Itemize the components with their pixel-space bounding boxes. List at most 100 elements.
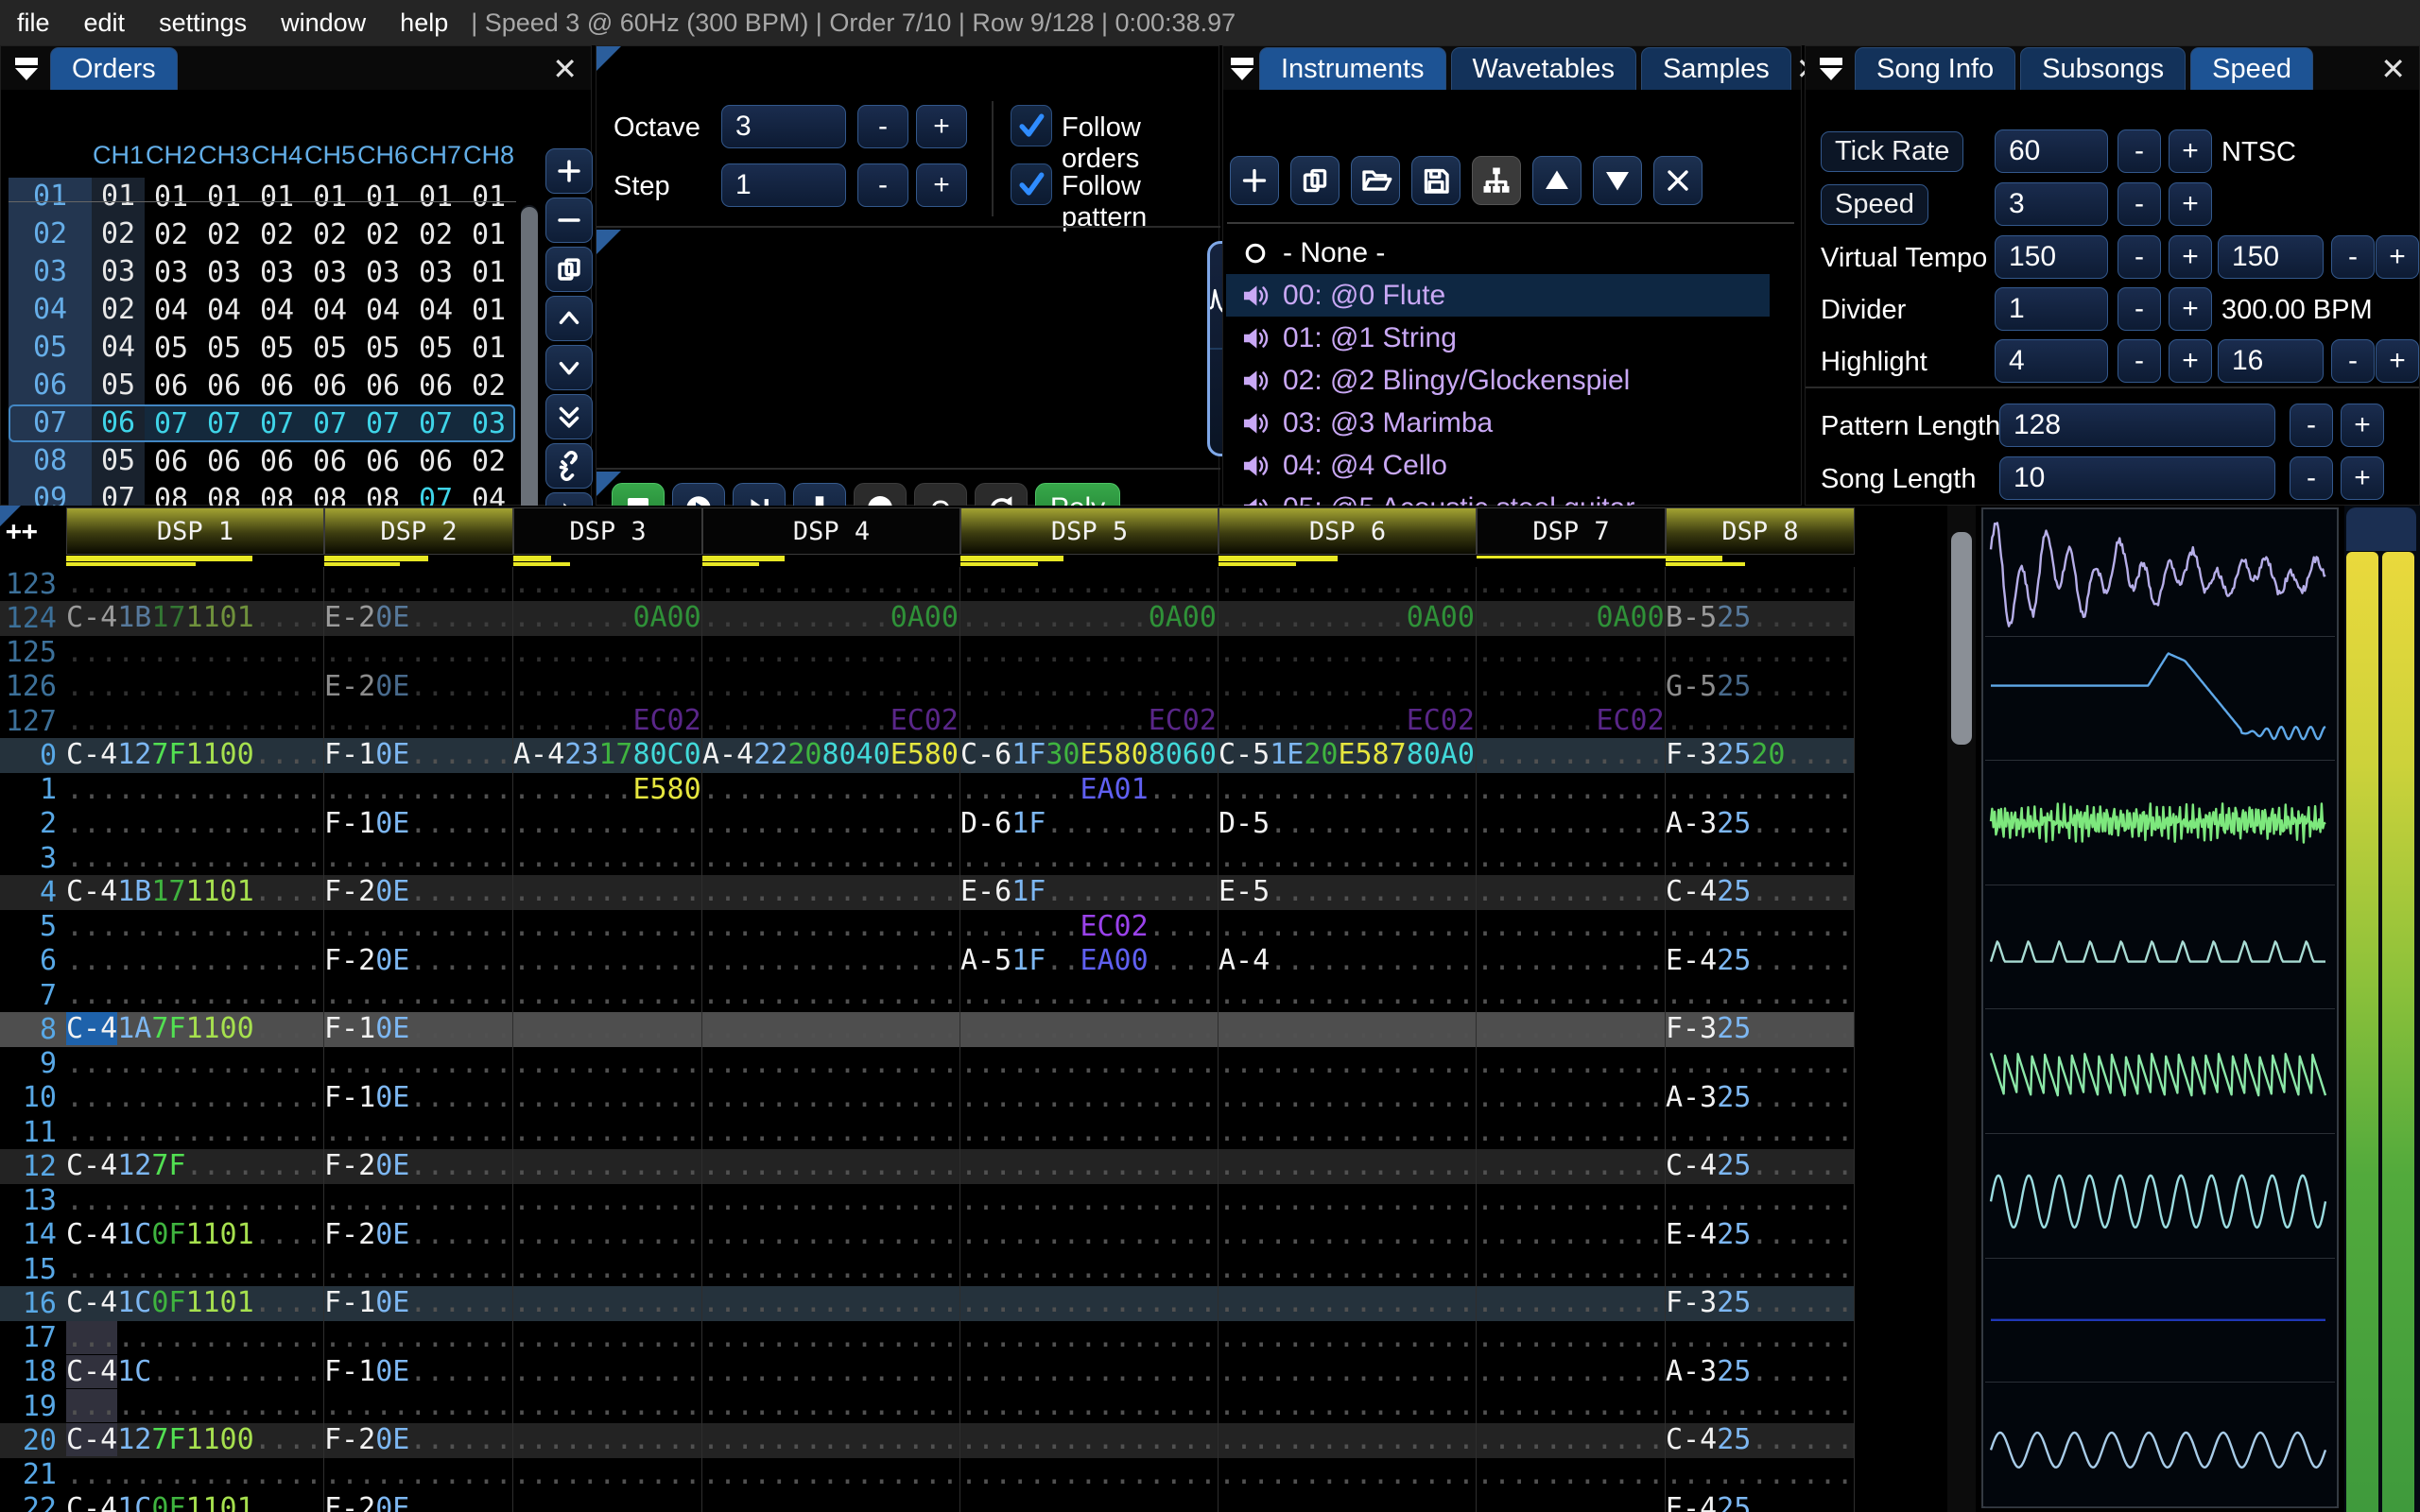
tab-song-info[interactable]: Song Info bbox=[1855, 47, 2016, 90]
step-plus-button[interactable]: + bbox=[916, 163, 967, 207]
instrument-move-up-button[interactable] bbox=[1532, 156, 1582, 205]
highlight-input-2[interactable]: 16 bbox=[2218, 339, 2324, 383]
orders-row[interactable]: 02 02 02 02 02 02 02 02 01 bbox=[9, 215, 515, 253]
tab-subsongs[interactable]: Subsongs bbox=[2020, 47, 2187, 90]
pattern-row[interactable]: 8 C-41A7F1100.... F-10E...................… bbox=[0, 1012, 1855, 1047]
pattern-row[interactable]: 19......................................… bbox=[0, 1389, 1855, 1424]
pattern-row[interactable]: 17......................................… bbox=[0, 1320, 1855, 1355]
tick-rate-minus-button[interactable]: - bbox=[2118, 129, 2161, 173]
tab-samples[interactable]: Samples bbox=[1640, 47, 1791, 90]
pattern-length-plus-button[interactable]: + bbox=[2341, 404, 2384, 447]
octave-minus-button[interactable]: - bbox=[857, 105, 908, 148]
pattern-row[interactable]: 21......................................… bbox=[0, 1457, 1855, 1492]
orders-row[interactable]: 05 04 05 05 05 05 05 05 01 bbox=[9, 329, 515, 367]
orders-move-down-button[interactable] bbox=[545, 345, 593, 390]
channel-header-4[interactable]: DSP 4 bbox=[702, 507, 960, 555]
panel-menu-icon[interactable] bbox=[1231, 50, 1253, 88]
pattern-row[interactable]: 5.......................................… bbox=[0, 909, 1855, 944]
pattern-row[interactable]: 7.......................................… bbox=[0, 978, 1855, 1013]
highlight-plus-button-2[interactable]: + bbox=[2376, 339, 2419, 383]
orders-remove-button[interactable] bbox=[545, 198, 593, 243]
orders-duplicate-button[interactable] bbox=[545, 247, 593, 292]
pattern-row[interactable]: 12 C-4127F........ F-20E..................… bbox=[0, 1149, 1855, 1184]
tab-wavetables[interactable]: Wavetables bbox=[1450, 47, 1636, 90]
pattern-length-minus-button[interactable]: - bbox=[2290, 404, 2333, 447]
highlight-minus-button[interactable]: - bbox=[2118, 339, 2161, 383]
pattern-row[interactable]: 9.......................................… bbox=[0, 1046, 1855, 1081]
song-length-minus-button[interactable]: - bbox=[2290, 456, 2333, 500]
instrument-duplicate-button[interactable] bbox=[1290, 156, 1340, 205]
virtual-tempo-minus-button-2[interactable]: - bbox=[2331, 235, 2375, 279]
close-icon[interactable]: ✕ bbox=[552, 54, 578, 84]
song-length-plus-button[interactable]: + bbox=[2341, 456, 2384, 500]
orders-move-up-button[interactable] bbox=[545, 296, 593, 341]
instrument-move-down-button[interactable] bbox=[1593, 156, 1642, 205]
tick-rate-label[interactable]: Tick Rate bbox=[1821, 131, 1964, 172]
speed-minus-button[interactable]: - bbox=[2118, 182, 2161, 226]
close-icon[interactable]: ✕ bbox=[2380, 54, 2406, 84]
pattern-row[interactable]: 18 C-41C.......... F-10E..................… bbox=[0, 1354, 1855, 1389]
pattern-row[interactable]: 10............... F-10E..................… bbox=[0, 1080, 1855, 1115]
menu-window[interactable]: window bbox=[264, 9, 383, 38]
pattern-row[interactable]: 127.......................... .......EC02… bbox=[0, 704, 1855, 739]
channel-header-5[interactable]: DSP 5 bbox=[960, 507, 1219, 555]
orders-move-to-bottom-button[interactable] bbox=[545, 394, 593, 439]
pattern-editor[interactable]: ++ DSP 1 DSP 2 DSP 3 DSP 4 DSP 5 DSP 6 DSP 7 DS… bbox=[0, 506, 2420, 1512]
pattern-row[interactable]: 123.....................................… bbox=[0, 567, 1855, 602]
menu-settings[interactable]: settings bbox=[142, 9, 264, 38]
pattern-row[interactable]: 13......................................… bbox=[0, 1183, 1855, 1218]
pattern-row[interactable]: 22 C-41C0F1101.... F-20E..................… bbox=[0, 1491, 1855, 1512]
pattern-scrollbar[interactable] bbox=[1947, 506, 1976, 1512]
pattern-row[interactable]: 15......................................… bbox=[0, 1252, 1855, 1287]
instrument-delete-button[interactable] bbox=[1653, 156, 1703, 205]
menu-help[interactable]: help bbox=[383, 9, 465, 38]
octave-input[interactable]: 3 bbox=[721, 105, 846, 148]
pattern-row[interactable]: 11......................................… bbox=[0, 1115, 1855, 1150]
follow-orders-checkbox[interactable] bbox=[1011, 105, 1052, 146]
orders-row[interactable]: 06 05 06 06 06 06 06 06 02 bbox=[9, 367, 515, 404]
pattern-row[interactable]: 2............... F-10E...................… bbox=[0, 806, 1855, 841]
orders-scrollbar[interactable] bbox=[521, 205, 538, 538]
tick-rate-input[interactable]: 60 bbox=[1995, 129, 2108, 173]
instrument-none-item[interactable]: - None - bbox=[1226, 232, 1770, 274]
tab-instruments[interactable]: Instruments bbox=[1259, 47, 1446, 90]
pattern-row[interactable]: 4 C-41B171101.... F-20E...................… bbox=[0, 875, 1855, 910]
pattern-length-input[interactable]: 128 bbox=[1999, 404, 2275, 447]
panel-menu-icon[interactable] bbox=[9, 50, 44, 88]
instrument-save-button[interactable] bbox=[1411, 156, 1461, 205]
divider-input[interactable]: 1 bbox=[1995, 287, 2108, 331]
pattern-row[interactable]: 3.......................................… bbox=[0, 841, 1855, 876]
orders-add-button[interactable] bbox=[545, 148, 593, 194]
orders-row[interactable]: 03 03 03 03 03 03 03 03 01 bbox=[9, 253, 515, 291]
step-minus-button[interactable]: - bbox=[857, 163, 908, 207]
tab-orders[interactable]: Orders bbox=[50, 47, 178, 90]
pattern-row[interactable]: 125.....................................… bbox=[0, 635, 1855, 670]
pattern-row[interactable]: 126............... E-20E.................… bbox=[0, 669, 1855, 704]
highlight-minus-button-2[interactable]: - bbox=[2331, 339, 2375, 383]
instrument-list-item[interactable]: 03: @3 Marimba bbox=[1226, 402, 1770, 444]
pattern-row[interactable]: 16 C-41C0F1101.... F-10E..................… bbox=[0, 1286, 1855, 1321]
highlight-plus-button[interactable]: + bbox=[2169, 339, 2212, 383]
channel-header-1[interactable]: DSP 1 bbox=[66, 507, 324, 555]
orders-row[interactable]: 08 05 06 06 06 06 06 06 02 bbox=[9, 442, 515, 480]
virtual-tempo-plus-button-2[interactable]: + bbox=[2376, 235, 2419, 279]
panel-menu-icon[interactable] bbox=[1813, 50, 1849, 88]
speed-label[interactable]: Speed bbox=[1821, 184, 1928, 225]
instrument-open-button[interactable] bbox=[1351, 156, 1400, 205]
pattern-row[interactable]: 0 C-4127F1100.... F-10E...... A-4231780C0 A-… bbox=[0, 738, 1855, 773]
menu-file[interactable]: file bbox=[0, 9, 67, 38]
song-length-input[interactable]: 10 bbox=[1999, 456, 2275, 500]
channel-header-8[interactable]: DSP 8 bbox=[1666, 507, 1855, 555]
virtual-tempo-minus-button[interactable]: - bbox=[2118, 235, 2161, 279]
follow-pattern-checkbox[interactable] bbox=[1011, 163, 1052, 205]
speed-plus-button[interactable]: + bbox=[2169, 182, 2212, 226]
instrument-list-item[interactable]: 01: @1 String bbox=[1226, 317, 1770, 359]
instrument-list-item[interactable]: 02: @2 Blingy/Glockenspiel bbox=[1226, 359, 1770, 402]
pattern-row[interactable]: 6............... F-20E...................… bbox=[0, 943, 1855, 978]
orders-row[interactable]: 07 06 07 07 07 07 07 07 03 bbox=[9, 404, 515, 442]
divider-minus-button[interactable]: - bbox=[2118, 287, 2161, 331]
channel-header-7[interactable]: DSP 7 bbox=[1477, 507, 1666, 555]
pattern-row[interactable]: 124 C-41B171101.... E-20E...... .......0A00… bbox=[0, 601, 1855, 636]
orders-unlink-button[interactable] bbox=[545, 443, 593, 489]
orders-row[interactable]: 04 02 04 04 04 04 04 04 01 bbox=[9, 291, 515, 329]
